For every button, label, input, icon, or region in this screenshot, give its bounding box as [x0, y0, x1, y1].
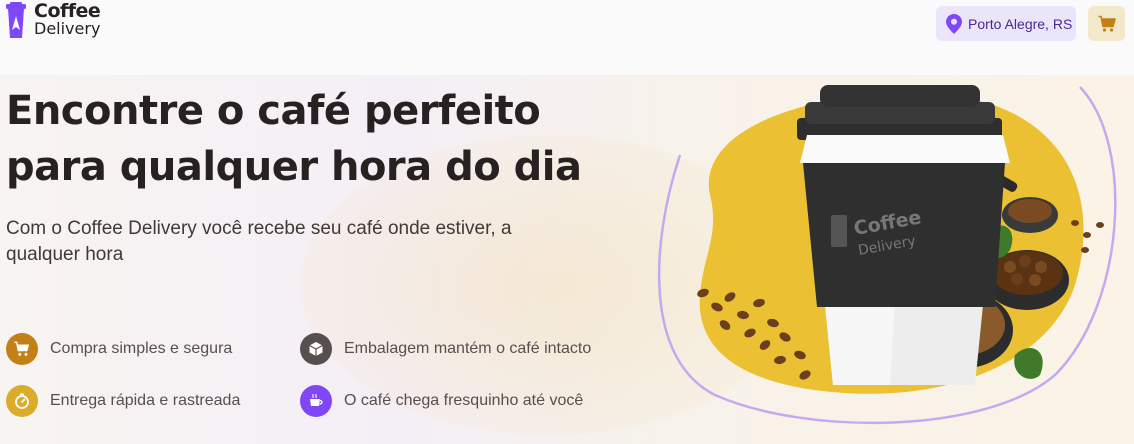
map-pin-icon — [946, 13, 962, 34]
feature-icon-badge — [6, 333, 38, 365]
cart-button[interactable] — [1088, 6, 1125, 41]
shopping-cart-icon — [1098, 15, 1116, 32]
feature-label: Embalagem mantém o café intacto — [344, 340, 592, 357]
coffee-cup: Coffee Delivery — [797, 85, 1010, 385]
hero-coffee-illustration: Coffee Delivery — [657, 85, 1117, 425]
hero-title-line1: Encontre o café perfeito — [6, 88, 541, 134]
feature-label: Compra simples e segura — [50, 340, 233, 357]
feature-icon-badge — [6, 385, 38, 417]
package-icon — [309, 342, 323, 356]
logo[interactable]: Coffee Delivery — [6, 0, 101, 40]
feature-label: O café chega fresquinho até você — [344, 392, 584, 409]
feature-item: Embalagem mantém o café intacto — [300, 333, 591, 365]
coffee-icon — [310, 393, 323, 406]
shopping-cart-icon — [14, 341, 30, 356]
feature-icon-badge — [300, 333, 332, 365]
hero-title: Encontre o café perfeito para qualquer h… — [6, 83, 626, 195]
timer-icon — [15, 393, 29, 409]
hero-title-line2: para qualquer hora do dia — [6, 144, 582, 190]
feature-icon-badge — [300, 385, 332, 417]
hero-section: Encontre o café perfeito para qualquer h… — [0, 75, 1134, 444]
feature-item: Entrega rápida e rastreada — [6, 385, 240, 417]
leaf — [1014, 347, 1043, 379]
app-header: Coffee Delivery Porto Alegre, RS — [0, 0, 1134, 75]
location-button[interactable]: Porto Alegre, RS — [936, 6, 1076, 41]
feature-label: Entrega rápida e rastreada — [50, 392, 241, 409]
location-label: Porto Alegre, RS — [968, 15, 1073, 32]
hero-subtitle: Com o Coffee Delivery você recebe seu ca… — [6, 218, 512, 265]
coffee-cup-logo-icon — [6, 2, 26, 38]
feature-item: O café chega fresquinho até você — [300, 385, 583, 417]
feature-item: Compra simples e segura — [6, 333, 232, 365]
logo-title: Coffee — [34, 0, 101, 22]
logo-subtitle: Delivery — [34, 19, 101, 38]
